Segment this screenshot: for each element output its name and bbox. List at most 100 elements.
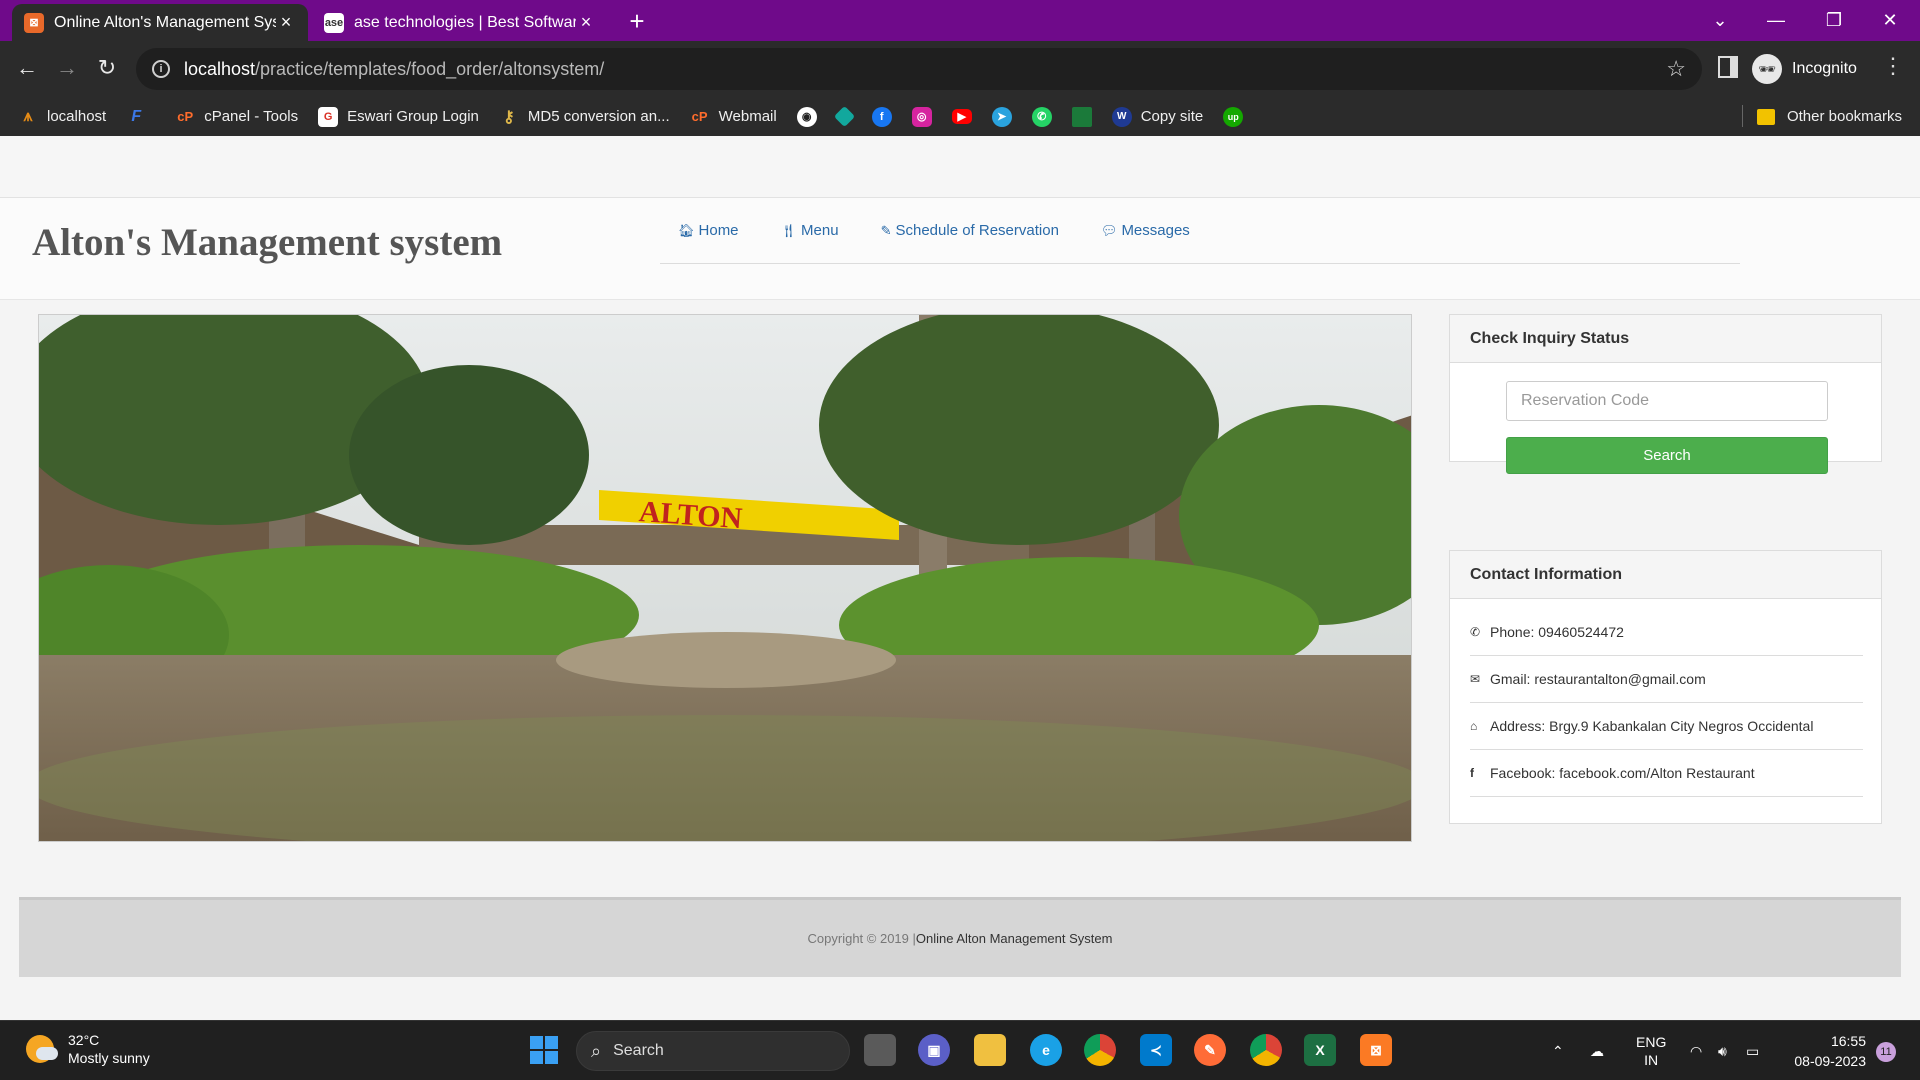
- incognito-icon: 🕶︎: [1752, 54, 1782, 84]
- cpanel-icon: cP: [691, 109, 708, 124]
- weather-temp: 32°C: [68, 1032, 100, 1048]
- postman-icon[interactable]: ✎: [1194, 1034, 1226, 1066]
- weather-widget[interactable]: 32°C Mostly sunny: [26, 1031, 150, 1067]
- edge-icon[interactable]: e: [1030, 1034, 1062, 1066]
- search-icon: ⌕: [591, 1040, 602, 1061]
- new-tab-button[interactable]: +: [622, 6, 652, 37]
- facebook-icon[interactable]: f: [871, 106, 892, 127]
- bookmark-f[interactable]: F: [126, 107, 155, 127]
- taskbar-search[interactable]: ⌕ Search: [576, 1031, 850, 1071]
- windows-start-icon[interactable]: [528, 1034, 560, 1066]
- facebook-icon: f: [1470, 766, 1474, 780]
- tab-alton[interactable]: ⊠ Online Alton's Management Syst ×: [12, 4, 308, 41]
- nav-menu[interactable]: 🍴︎ Menu: [781, 222, 839, 239]
- tab-title: ase technologies | Best Software: [354, 13, 576, 31]
- instagram-icon[interactable]: ◎: [911, 106, 932, 127]
- chrome-incognito-icon[interactable]: [1250, 1034, 1282, 1066]
- github-icon[interactable]: ◉: [796, 106, 817, 127]
- contact-text: Address: Brgy.9 Kabankalan City Negros O…: [1490, 718, 1814, 734]
- nav-home[interactable]: 🏠︎ Home: [678, 222, 739, 239]
- eswari-icon: G: [318, 106, 339, 127]
- task-view-icon[interactable]: [864, 1034, 896, 1066]
- volume-icon[interactable]: 🔊︎: [1718, 1021, 1727, 1080]
- hero-image: ALTON: [38, 314, 1412, 842]
- contact-facebook: f Facebook: facebook.com/Alton Restauran…: [1470, 750, 1863, 797]
- restore-button[interactable]: ❐: [1806, 0, 1862, 41]
- bookmark-divider: [1742, 105, 1743, 127]
- notification-badge[interactable]: 11: [1876, 1042, 1896, 1062]
- close-tab-icon[interactable]: ×: [576, 12, 596, 33]
- onedrive-icon[interactable]: ☁: [1590, 1021, 1604, 1080]
- key-icon: ⚷: [503, 108, 515, 126]
- youtube-icon[interactable]: ▶: [951, 109, 972, 124]
- bookmark-webmail[interactable]: cP Webmail: [690, 107, 777, 127]
- bookmark-md5[interactable]: ⚷ MD5 conversion an...: [499, 107, 670, 127]
- forward-icon[interactable]: →: [52, 53, 82, 83]
- bookmark-label: localhost: [47, 108, 107, 125]
- telegram-icon[interactable]: ➤: [991, 106, 1012, 127]
- nav-label: Schedule of Reservation: [895, 222, 1059, 239]
- home-icon: ⌂: [1470, 719, 1478, 733]
- sheet-icon[interactable]: [1071, 106, 1092, 127]
- contact-phone: ✆ Phone: 09460524472: [1470, 609, 1863, 656]
- back-icon[interactable]: ←: [12, 53, 42, 83]
- inquiry-panel: Check Inquiry Status Search: [1449, 314, 1882, 474]
- bookmark-localhost[interactable]: ⩚ localhost: [18, 107, 106, 127]
- menu-kebab-icon[interactable]: ⋮: [1882, 53, 1904, 79]
- close-tab-icon[interactable]: ×: [276, 12, 296, 33]
- battery-icon[interactable]: ▭: [1746, 1021, 1759, 1080]
- cutlery-icon: 🍴︎: [780, 222, 798, 238]
- bookmark-star-icon[interactable]: ☆: [1666, 56, 1686, 82]
- footer-link[interactable]: Online Alton Management System: [916, 931, 1113, 946]
- close-window-button[interactable]: ✕: [1862, 0, 1918, 41]
- taskbar: 32°C Mostly sunny ⌕ Search ▣ e ≺ ✎ X ⊠ ⌃…: [0, 1020, 1920, 1080]
- clock-time: 16:55: [1830, 1033, 1866, 1049]
- diamond-icon[interactable]: [833, 105, 855, 128]
- contact-text: Facebook: facebook.com/Alton Restaurant: [1490, 765, 1755, 781]
- url-host: localhost: [184, 58, 256, 79]
- site-info-icon[interactable]: i: [152, 60, 170, 78]
- teams-icon[interactable]: ▣: [918, 1034, 950, 1066]
- pencil-icon: ✎: [880, 222, 892, 238]
- chrome-icon[interactable]: [1084, 1034, 1116, 1066]
- contact-address: ⌂ Address: Brgy.9 Kabankalan City Negros…: [1470, 703, 1863, 750]
- weather-desc: Mostly sunny: [68, 1050, 150, 1066]
- nav-schedule[interactable]: ✎ Schedule of Reservation: [881, 222, 1059, 239]
- whatsapp-icon[interactable]: ✆: [1031, 106, 1052, 127]
- excel-icon[interactable]: X: [1304, 1034, 1336, 1066]
- nav-messages[interactable]: 💬︎ Messages: [1101, 222, 1190, 239]
- wifi-icon[interactable]: ◠: [1690, 1021, 1702, 1080]
- w-icon: W: [1111, 106, 1132, 127]
- tab-ase[interactable]: ase ase technologies | Best Software ×: [312, 4, 608, 41]
- bookmark-copy-site[interactable]: W Copy site: [1111, 106, 1204, 127]
- other-bookmarks[interactable]: Other bookmarks: [1756, 97, 1902, 136]
- bookmark-cpanel[interactable]: cP cPanel - Tools: [175, 107, 298, 127]
- ase-favicon-icon: ase: [324, 12, 344, 33]
- search-button[interactable]: Search: [1506, 437, 1828, 474]
- side-panel-icon[interactable]: [1718, 56, 1738, 78]
- reload-icon[interactable]: ↻: [92, 53, 122, 83]
- system-clock[interactable]: 16:55 08-09-2023: [1782, 1031, 1866, 1071]
- address-bar[interactable]: i localhost /practice/templates/food_ord…: [136, 48, 1702, 90]
- comment-icon: 💬︎: [1100, 222, 1118, 238]
- xampp-icon: ⩚: [23, 107, 33, 125]
- xampp-icon[interactable]: ⊠: [1360, 1034, 1392, 1066]
- tab-search-icon[interactable]: ⌄: [1692, 0, 1748, 41]
- main-nav: 🏠︎ Home 🍴︎ Menu ✎ Schedule of Reservatio…: [660, 198, 1740, 264]
- reservation-code-input[interactable]: [1506, 381, 1828, 421]
- upwork-icon[interactable]: up: [1223, 106, 1244, 127]
- contact-title: Contact Information: [1450, 551, 1881, 599]
- language-indicator[interactable]: ENG IN: [1636, 1021, 1666, 1080]
- file-explorer-icon[interactable]: [974, 1034, 1006, 1066]
- nav-label: Home: [698, 222, 739, 239]
- cpanel-icon: cP: [177, 109, 194, 124]
- bookmark-eswari[interactable]: G Eswari Group Login: [318, 106, 479, 127]
- other-bookmarks-label: Other bookmarks: [1786, 108, 1902, 125]
- bookmark-label: Copy site: [1140, 108, 1204, 125]
- brand-title[interactable]: Alton's Management system: [32, 220, 502, 265]
- incognito-profile[interactable]: 🕶︎ Incognito: [1752, 49, 1857, 89]
- minimize-button[interactable]: —: [1748, 0, 1804, 41]
- tray-chevron-icon[interactable]: ⌃: [1552, 1021, 1564, 1080]
- vscode-icon[interactable]: ≺: [1140, 1034, 1172, 1066]
- url-path: /practice/templates/food_order/altonsyst…: [255, 58, 605, 79]
